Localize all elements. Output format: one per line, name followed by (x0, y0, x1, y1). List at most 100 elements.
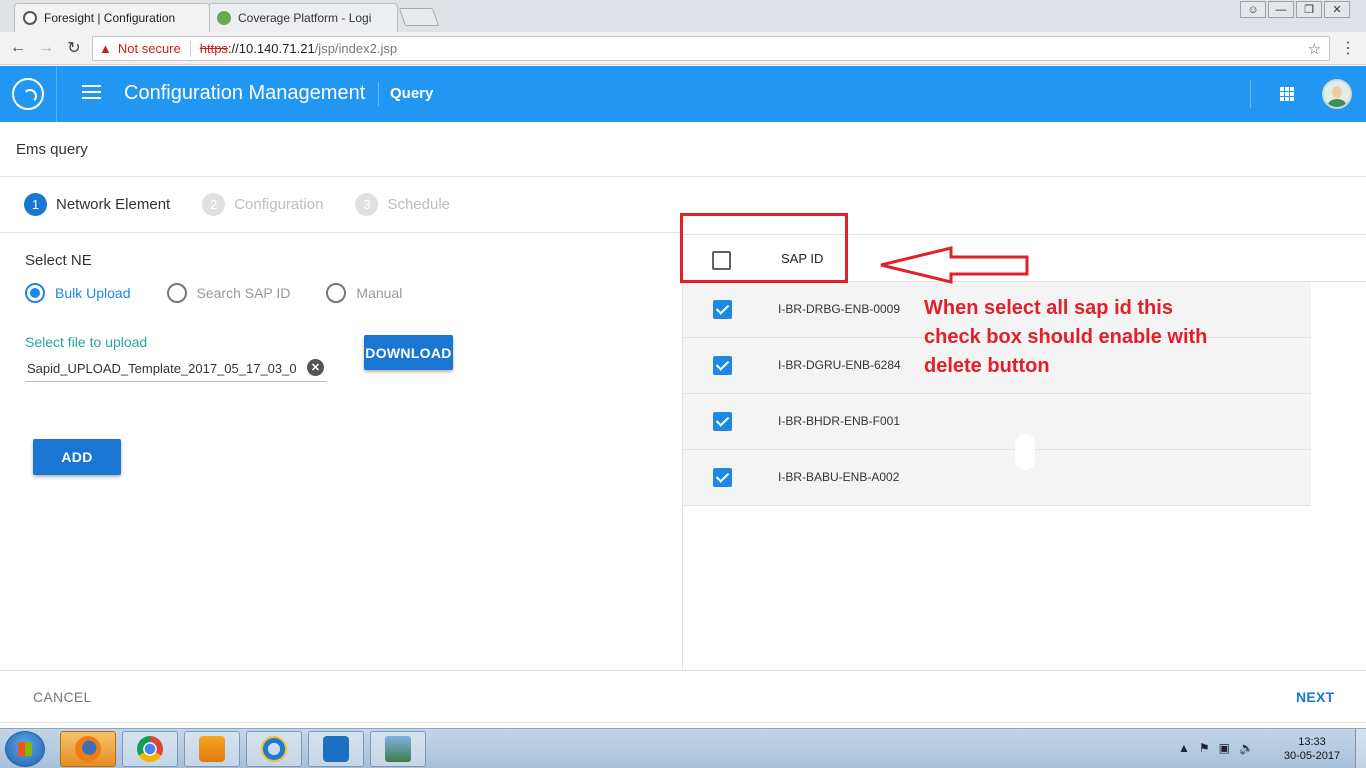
new-tab-button[interactable] (398, 8, 440, 26)
radio-bulk-upload[interactable]: Bulk Upload (25, 283, 131, 303)
window-controls: ☺ — ❐ ✕ (1238, 1, 1350, 19)
browser-tab-title: Coverage Platform - Logi (238, 11, 372, 25)
user-profile-icon[interactable]: ☺ (1240, 1, 1266, 18)
radio-unselected-icon (326, 283, 347, 303)
ne-source-radio-group: Bulk Upload Search SAP ID Manual (25, 283, 438, 303)
flag-icon[interactable]: ⚑ (1199, 741, 1210, 755)
network-icon[interactable]: ▣ (1219, 741, 1230, 755)
browser-toolbar: ← → ↻ ▲ Not secure https://10.140.71.21/… (0, 32, 1366, 65)
step-label: Configuration (234, 196, 324, 213)
internet-explorer-icon (261, 736, 287, 762)
start-button[interactable] (5, 731, 45, 767)
breadcrumb[interactable]: Query (390, 85, 433, 102)
select-ne-label: Select NE (25, 252, 92, 269)
stepper: 1 Network Element 2 Configuration 3 Sche… (24, 193, 482, 216)
app-logo-icon[interactable] (12, 78, 44, 110)
radio-unselected-icon (166, 283, 187, 303)
clock-date: 30-05-2017 (1283, 750, 1341, 762)
annotation-note: When select all sap id this check box sh… (924, 297, 1208, 377)
volume-icon[interactable]: 🔈 (1239, 741, 1254, 755)
row-checkbox[interactable] (713, 468, 732, 487)
sap-id-cell: I-BR-BHDR-ENB-F001 (778, 414, 901, 428)
scrollbar-thumb[interactable] (1015, 434, 1035, 470)
url-divider (189, 40, 191, 57)
firefox-icon (75, 736, 101, 762)
taskbar-media-player[interactable] (184, 731, 240, 767)
url-scheme: https (199, 41, 228, 56)
avatar[interactable] (1322, 79, 1352, 109)
annotation-arrow-icon (880, 246, 1029, 284)
table-row[interactable]: I-BR-BABU-ENB-A002 (683, 450, 1311, 506)
page-title: Ems query (16, 141, 88, 158)
taskbar-photo-viewer[interactable] (370, 731, 426, 767)
radio-manual[interactable]: Manual (326, 283, 402, 303)
minimize-icon[interactable]: — (1268, 1, 1294, 18)
step-number: 1 (24, 193, 47, 216)
row-checkbox[interactable] (713, 300, 732, 319)
bookmark-star-icon[interactable]: ☆ (1308, 40, 1321, 58)
warning-icon: ▲ (99, 41, 112, 56)
divider (0, 670, 1366, 671)
annotation-highlight-box (680, 213, 848, 283)
taskbar-clock[interactable]: 13:33 30-05-2017 (1283, 735, 1341, 763)
file-upload-field[interactable]: Sapid_UPLOAD_Template_2017_05_17_03_0 ✕ (25, 358, 327, 382)
download-button[interactable]: DOWNLOAD (364, 335, 453, 370)
title-divider (378, 82, 379, 106)
step-configuration[interactable]: 2 Configuration (202, 193, 323, 216)
restore-icon[interactable]: ❐ (1296, 1, 1322, 18)
radio-search-sap-id[interactable]: Search SAP ID (166, 283, 291, 303)
step-network-element[interactable]: 1 Network Element (24, 193, 170, 216)
taskbar-internet-explorer[interactable] (246, 731, 302, 767)
taskbar-lync[interactable] (308, 731, 364, 767)
browser-menu-icon[interactable]: ⋮ (1340, 38, 1356, 58)
table-row[interactable]: I-BR-BHDR-ENB-F001 (683, 394, 1311, 450)
lync-icon (323, 736, 349, 762)
back-icon[interactable]: ← (7, 37, 29, 59)
hamburger-menu-icon[interactable] (82, 85, 101, 100)
taskbar-firefox[interactable] (60, 731, 116, 767)
radio-label: Search SAP ID (196, 285, 291, 301)
sap-id-cell: I-BR-DGRU-ENB-6284 (778, 358, 901, 372)
jio-favicon-icon (217, 11, 231, 25)
show-desktop-button[interactable] (1355, 729, 1366, 768)
step-number: 2 (202, 193, 226, 216)
next-button[interactable]: NEXT (1296, 689, 1335, 705)
clock-time: 13:33 (1298, 736, 1326, 748)
system-tray: ▲ ⚑ ▣ 🔈 (1178, 741, 1254, 755)
logo-divider (56, 66, 57, 122)
tray-expand-icon[interactable]: ▲ (1178, 741, 1190, 755)
foresight-favicon-icon (23, 11, 37, 25)
row-checkbox[interactable] (713, 412, 732, 431)
step-label: Network Element (56, 196, 171, 213)
add-button[interactable]: ADD (33, 439, 121, 475)
radio-selected-icon (25, 283, 45, 303)
row-checkbox[interactable] (713, 356, 732, 375)
sap-id-cell: I-BR-DRBG-ENB-0009 (778, 302, 901, 316)
file-name-value: Sapid_UPLOAD_Template_2017_05_17_03_0 (27, 361, 297, 376)
app-title: Configuration Management (124, 82, 366, 104)
browser-tab-foresight[interactable]: Foresight | Configuration (14, 3, 210, 32)
apps-grid-icon[interactable] (1280, 87, 1294, 101)
chrome-icon (137, 736, 163, 762)
sap-id-cell: I-BR-BABU-ENB-A002 (778, 470, 900, 484)
divider (0, 232, 682, 233)
file-upload-label: Select file to upload (25, 334, 148, 350)
clear-file-icon[interactable]: ✕ (307, 359, 324, 376)
radio-label: Manual (356, 285, 403, 301)
taskbar-chrome[interactable] (122, 731, 178, 767)
photo-viewer-icon (385, 736, 411, 762)
step-label: Schedule (387, 196, 451, 213)
browser-tab-strip: Foresight | Configuration Coverage Platf… (0, 0, 1366, 32)
reload-icon[interactable]: ↻ (63, 37, 85, 59)
forward-icon[interactable]: → (35, 37, 57, 59)
cancel-button[interactable]: CANCEL (33, 689, 92, 705)
browser-tab-coverage[interactable]: Coverage Platform - Logi (208, 3, 398, 32)
divider (0, 722, 1366, 723)
step-number: 3 (355, 193, 379, 216)
step-schedule[interactable]: 3 Schedule (355, 193, 450, 216)
app-header: Configuration Management Query (0, 66, 1366, 122)
header-divider (1250, 80, 1251, 108)
close-window-icon[interactable]: ✕ (1324, 1, 1350, 18)
address-bar[interactable]: ▲ Not secure https://10.140.71.21/jsp/in… (92, 36, 1330, 61)
url-path: /jsp/index2.jsp (314, 41, 398, 56)
